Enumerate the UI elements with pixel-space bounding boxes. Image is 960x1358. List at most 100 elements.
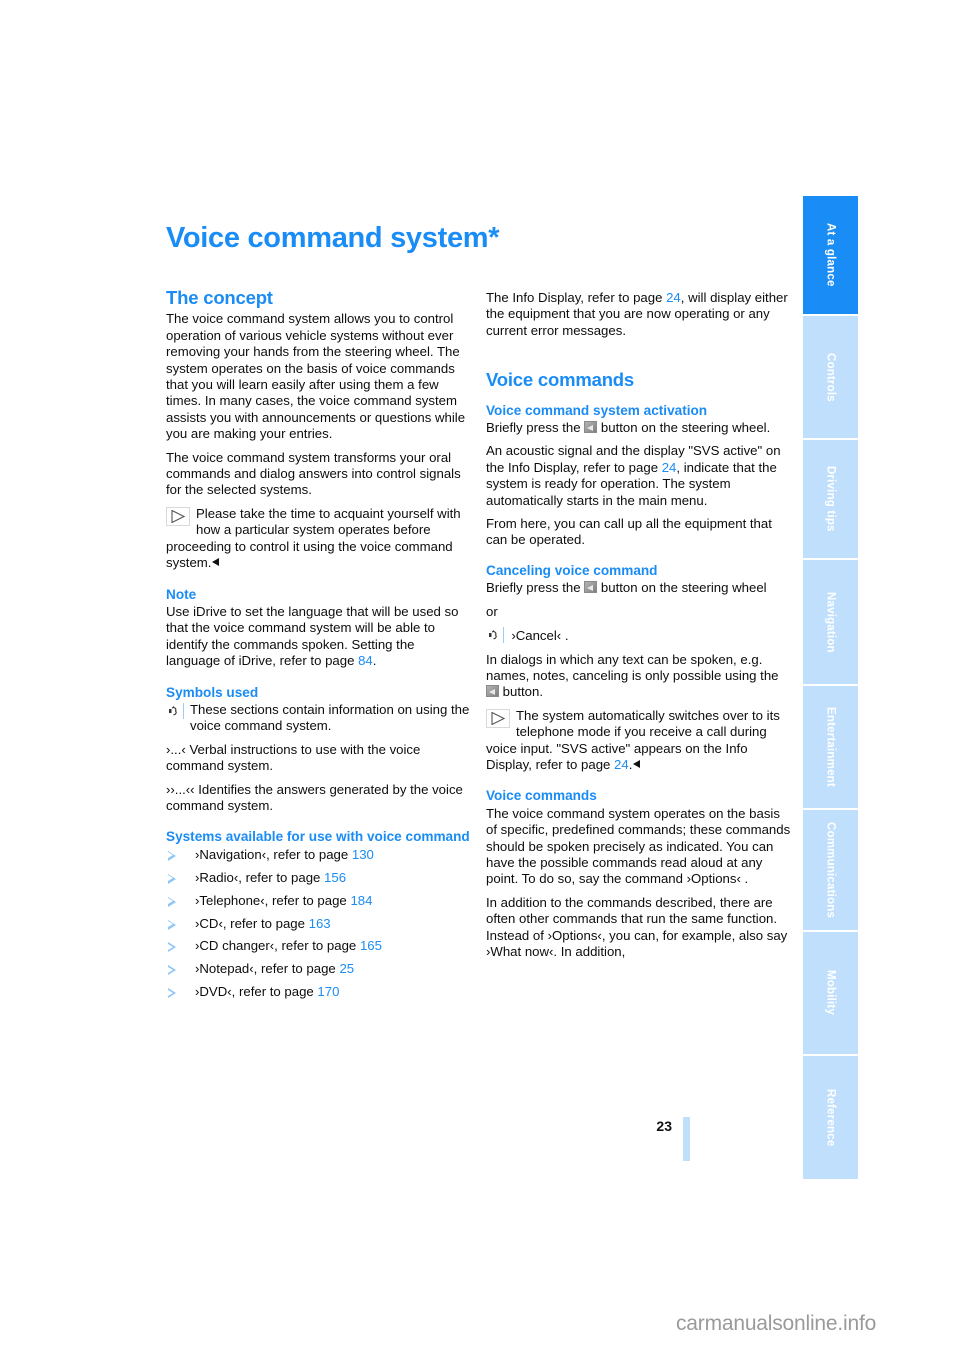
page-reference[interactable]: 184	[350, 893, 372, 908]
system-command: ›Navigation‹	[195, 846, 267, 862]
canceling-note-after: .	[628, 756, 633, 772]
symbol-verbal-marker: ›...‹	[166, 741, 186, 757]
system-text: , refer to page	[264, 892, 347, 908]
canceling-p2-after: button.	[502, 684, 544, 700]
page-reference-84[interactable]: 84	[358, 653, 373, 668]
triangle-bullet-inner	[168, 897, 173, 904]
symbol-verbal-text: Verbal instructions to use with the voic…	[166, 741, 421, 774]
canceling-text-before: Briefly press the	[486, 580, 581, 596]
voice-commands-paragraph-2: In addition to the commands described, t…	[486, 895, 791, 961]
speech-bubble-icon	[166, 702, 184, 719]
system-command: ›CD changer‹	[195, 938, 275, 954]
left-column: The concept The voice command system all…	[166, 287, 471, 1007]
page-reference-24[interactable]: 24	[614, 757, 629, 772]
sidebar-tab-communications[interactable]: Communications	[803, 810, 858, 932]
triangle-bullet-inner	[168, 966, 173, 973]
concept-paragraph-1: The voice command system allows you to c…	[166, 311, 466, 442]
list-item[interactable]: ›Radio‹, refer to page 156	[166, 870, 471, 886]
list-item[interactable]: ›Telephone‹, refer to page 184	[166, 893, 471, 909]
page-reference[interactable]: 130	[352, 847, 374, 862]
heading-note: Note	[166, 586, 197, 602]
note-text-after: .	[372, 653, 377, 669]
list-item[interactable]: ›Navigation‹, refer to page 130	[166, 847, 471, 863]
symbol-speech-block: These sections contain information on us…	[166, 702, 471, 735]
canceling-paragraph-1: Briefly press the button on the steering…	[486, 580, 791, 596]
sidebar-tab-label: Driving tips	[824, 466, 837, 532]
note-text-before: Use iDrive to set the language that will…	[166, 603, 459, 669]
heading-voice-command-system-activation: Voice command system activation	[486, 402, 708, 418]
activation-paragraph-2: An acoustic signal and the display "SVS …	[486, 443, 791, 509]
steering-wheel-button-icon	[584, 581, 598, 594]
activation-text-after: button on the steering wheel.	[600, 420, 771, 436]
voice-commands-paragraph-1: The voice command system operates on the…	[486, 806, 791, 888]
vc-p2-after: . In addition,	[553, 944, 626, 959]
page-reference[interactable]: 163	[309, 916, 331, 931]
triangle-bullet-inner	[168, 920, 173, 927]
heading-voice-commands-main: Voice commands	[486, 369, 634, 391]
watermark-text: carmanualsonline.info	[676, 1312, 877, 1335]
sidebar-tab-at-a-glance[interactable]: At a glance	[803, 196, 858, 316]
triangle-note-icon	[486, 708, 510, 728]
system-text: , refer to page	[238, 869, 321, 885]
sidebar-tab-label: Mobility	[824, 970, 837, 1016]
manual-page: At a glance Controls Driving tips Naviga…	[0, 0, 960, 1358]
system-command: ›Radio‹	[195, 869, 239, 885]
speech-bubble-icon	[486, 627, 504, 644]
page-title: Voice command system*	[166, 222, 500, 254]
sidebar-tab-driving-tips[interactable]: Driving tips	[803, 440, 858, 560]
sidebar-tab-reference[interactable]: Reference	[803, 1056, 858, 1179]
canceling-note-block: The system automatically switches over t…	[486, 708, 791, 774]
symbol-speech-text: These sections contain information on us…	[190, 701, 470, 734]
list-item[interactable]: ›CD changer‹, refer to page 165	[166, 938, 471, 954]
page-reference[interactable]: 170	[317, 984, 339, 999]
list-item[interactable]: ›CD‹, refer to page 163	[166, 916, 471, 932]
end-of-note-marker	[633, 759, 641, 768]
page-reference[interactable]: 156	[324, 870, 346, 885]
triangle-bullet-inner	[168, 989, 173, 996]
right-column: The Info Display, refer to page 24, will…	[486, 290, 791, 967]
heading-canceling-voice-command: Canceling voice command	[486, 562, 658, 578]
activation-paragraph-1: Briefly press the button on the steering…	[486, 420, 791, 436]
symbol-answers-marker: ››...‹‹	[166, 781, 195, 797]
page-reference[interactable]: 165	[360, 938, 382, 953]
system-text: , refer to page	[222, 915, 305, 931]
sidebar-tab-label: Navigation	[824, 591, 837, 653]
system-text: , refer to page	[253, 961, 336, 977]
symbol-answers-text: Identifies the answers generated by the …	[166, 781, 463, 813]
sidebar-tab-navigation[interactable]: Navigation	[803, 560, 858, 686]
intro-paragraph: The Info Display, refer to page 24, will…	[486, 290, 791, 339]
activation-text-before: Briefly press the	[486, 420, 581, 436]
sidebar-tab-entertainment[interactable]: Entertainment	[803, 686, 858, 810]
system-text: , refer to page	[231, 984, 314, 1000]
vc-p2-command-2: ›What now‹	[486, 944, 554, 959]
triangle-bullet-inner	[168, 852, 173, 859]
canceling-paragraph-2: In dialogs in which any text can be spok…	[486, 652, 791, 701]
canceling-text-after: button on the steering wheel	[600, 580, 767, 596]
canceling-command-line: ›Cancel‹ .	[486, 627, 791, 644]
steering-wheel-button-icon	[584, 421, 598, 434]
page-reference-24[interactable]: 24	[662, 460, 677, 475]
heading-voice-commands-second: Voice commands	[486, 788, 597, 804]
symbol-answers-block: ››...‹‹ Identifies the answers generated…	[166, 782, 471, 815]
vc-p1-after: .	[744, 871, 749, 887]
vc-p2-command-1: ›Options‹	[547, 927, 602, 943]
list-item[interactable]: ›DVD‹, refer to page 170	[166, 984, 471, 1000]
sidebar-tab-mobility[interactable]: Mobility	[803, 932, 858, 1056]
symbol-verbal-block: ›...‹ Verbal instructions to use with th…	[166, 742, 471, 775]
sidebar-tab-label: Communications	[824, 821, 837, 919]
canceling-p2-before: In dialogs in which any text can be spok…	[486, 651, 779, 683]
list-item[interactable]: ›Notepad‹, refer to page 25	[166, 961, 471, 977]
heading-systems-available: Systems available for use with voice com…	[166, 829, 470, 845]
sidebar-tab-label: Controls	[824, 352, 837, 402]
system-text: , refer to page	[266, 846, 349, 862]
vc-p1-command: ›Options‹	[686, 871, 741, 887]
page-reference-24[interactable]: 24	[666, 290, 681, 305]
sidebar-tab-controls[interactable]: Controls	[803, 316, 858, 440]
system-command: ›Notepad‹	[195, 961, 254, 977]
concept-paragraph-2: The voice command system transforms your…	[166, 449, 461, 498]
page-reference[interactable]: 25	[339, 961, 354, 976]
heading-the-concept: The concept	[166, 287, 273, 308]
sidebar-tab-label: Reference	[824, 1088, 837, 1147]
section-tab-rail: At a glance Controls Driving tips Naviga…	[803, 196, 858, 1179]
triangle-bullet-inner	[168, 874, 173, 881]
